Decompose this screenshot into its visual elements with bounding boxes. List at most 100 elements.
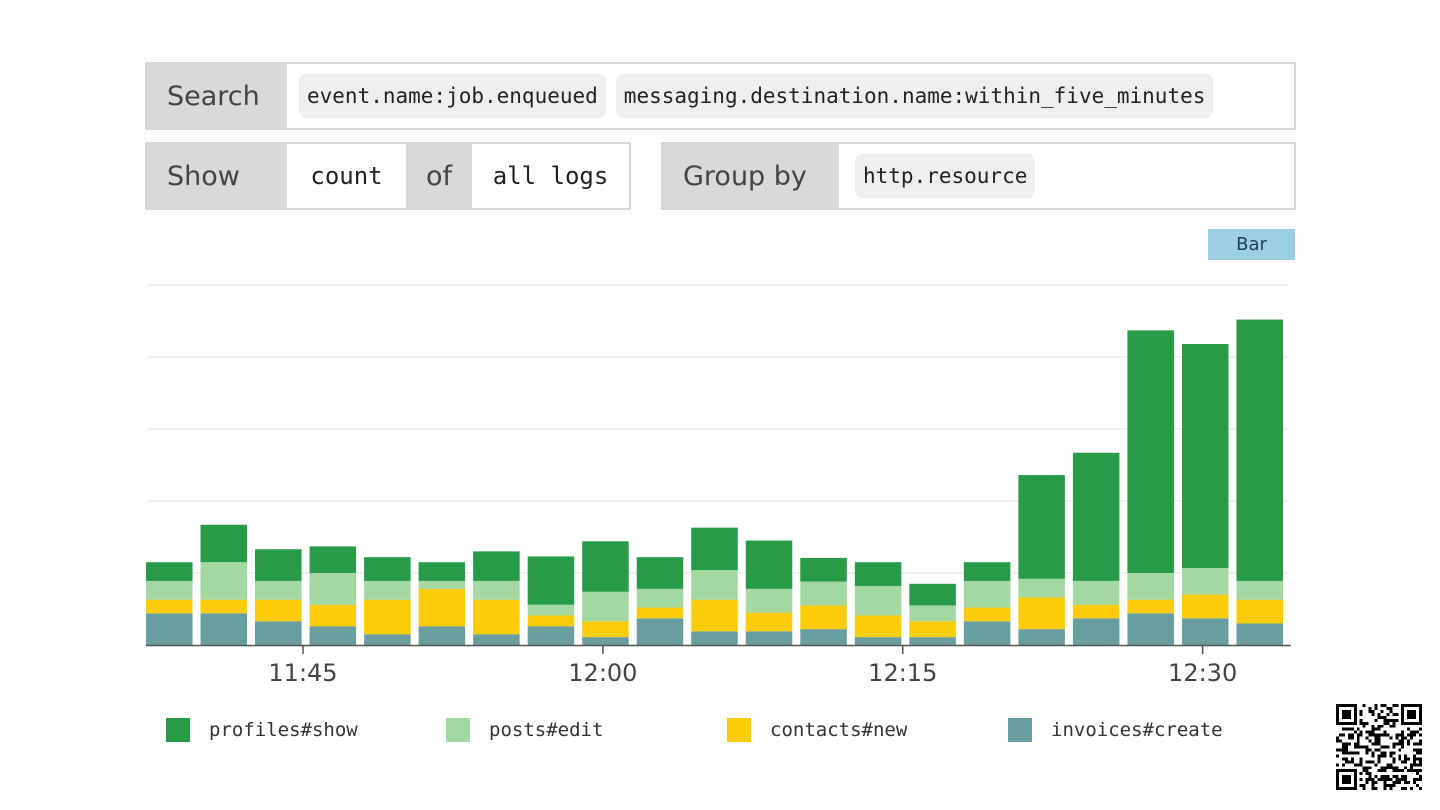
- bar-segment-invoices-create[interactable]: [146, 613, 193, 645]
- bar-segment-contacts-new[interactable]: [1072, 604, 1120, 619]
- bar-segment-profiles-show[interactable]: [745, 540, 793, 589]
- chart-x-axis: 11:45 12:00 12:15 12:30: [146, 644, 1291, 687]
- bar-segment-posts-edit[interactable]: [1072, 580, 1120, 605]
- bar-segment-contacts-new[interactable]: [854, 615, 902, 638]
- bar-segment-profiles-show[interactable]: [255, 549, 302, 581]
- bar-segment-profiles-show[interactable]: [1236, 319, 1283, 581]
- bar-segment-posts-edit[interactable]: [636, 588, 684, 608]
- legend-swatch: [1008, 718, 1032, 742]
- bar-segment-contacts-new[interactable]: [1181, 594, 1229, 619]
- bar-segment-contacts-new[interactable]: [364, 599, 411, 635]
- bar-segment-invoices-create[interactable]: [309, 626, 357, 645]
- bar-segment-invoices-create[interactable]: [1127, 613, 1174, 645]
- bar-segment-posts-edit[interactable]: [854, 585, 902, 616]
- bar-segment-posts-edit[interactable]: [1236, 580, 1283, 600]
- bar-segment-profiles-show[interactable]: [909, 583, 956, 606]
- bar-segment-invoices-create[interactable]: [473, 634, 520, 645]
- bar-segment-invoices-create[interactable]: [800, 629, 847, 645]
- bar-segment-profiles-show[interactable]: [418, 562, 466, 581]
- bar-segment-profiles-show[interactable]: [200, 524, 248, 563]
- bar-segment-contacts-new[interactable]: [527, 615, 575, 627]
- bar-segment-contacts-new[interactable]: [473, 599, 520, 635]
- bar-segment-profiles-show[interactable]: [1072, 452, 1120, 581]
- bar-segment-profiles-show[interactable]: [527, 556, 575, 605]
- bar-segment-contacts-new[interactable]: [1236, 599, 1283, 624]
- bar-segment-profiles-show[interactable]: [582, 541, 629, 592]
- bar-segment-contacts-new[interactable]: [909, 621, 956, 638]
- legend-label: invoices#create: [1051, 719, 1223, 741]
- bar-segment-contacts-new[interactable]: [745, 612, 793, 632]
- legend-item-invoices-create[interactable]: invoices#create: [1008, 718, 1223, 742]
- bar-segment-contacts-new[interactable]: [200, 599, 248, 614]
- bar-segment-posts-edit[interactable]: [418, 580, 466, 589]
- bar-segment-contacts-new[interactable]: [418, 588, 466, 627]
- bar-segment-profiles-show[interactable]: [364, 557, 411, 581]
- legend-item-contacts-new[interactable]: contacts#new: [727, 718, 907, 742]
- bar-segment-posts-edit[interactable]: [691, 570, 738, 600]
- legend-swatch: [727, 718, 751, 742]
- bar-segment-posts-edit[interactable]: [527, 604, 575, 616]
- bar-segment-invoices-create[interactable]: [527, 626, 575, 645]
- bar-segment-profiles-show[interactable]: [800, 557, 847, 582]
- bar-segment-contacts-new[interactable]: [582, 621, 629, 638]
- legend-label: contacts#new: [770, 719, 908, 741]
- bar-segment-profiles-show[interactable]: [636, 557, 684, 589]
- legend-swatch: [446, 718, 470, 742]
- bar-segment-invoices-create[interactable]: [200, 613, 248, 645]
- bar-segment-invoices-create[interactable]: [582, 637, 629, 645]
- bar-segment-profiles-show[interactable]: [473, 551, 520, 581]
- x-tick-label: 12:15: [868, 659, 937, 687]
- legend-item-profiles-show[interactable]: profiles#show: [166, 718, 358, 742]
- bar-segment-invoices-create[interactable]: [745, 631, 793, 645]
- bar-segment-invoices-create[interactable]: [854, 637, 902, 645]
- bar-segment-posts-edit[interactable]: [745, 588, 793, 613]
- bar-segment-contacts-new[interactable]: [1127, 599, 1174, 614]
- bar-segment-invoices-create[interactable]: [255, 621, 302, 645]
- bar-segment-posts-edit[interactable]: [582, 591, 629, 622]
- bar-segment-invoices-create[interactable]: [636, 618, 684, 645]
- chart-bars: [146, 319, 1283, 645]
- bar-segment-profiles-show[interactable]: [1127, 330, 1174, 573]
- bar-segment-profiles-show[interactable]: [146, 562, 193, 581]
- bar-segment-posts-edit[interactable]: [800, 581, 847, 606]
- bar-segment-posts-edit[interactable]: [255, 580, 302, 600]
- bar-segment-profiles-show[interactable]: [1181, 344, 1229, 568]
- legend-label: profiles#show: [209, 719, 358, 741]
- bar-segment-posts-edit[interactable]: [1127, 573, 1174, 600]
- bar-segment-profiles-show[interactable]: [963, 562, 1011, 581]
- x-tick-label: 12:30: [1168, 659, 1237, 687]
- bar-segment-invoices-create[interactable]: [963, 621, 1011, 645]
- bar-segment-posts-edit[interactable]: [1018, 578, 1065, 598]
- bar-segment-invoices-create[interactable]: [1181, 618, 1229, 645]
- bar-segment-posts-edit[interactable]: [473, 580, 520, 600]
- bar-segment-contacts-new[interactable]: [691, 599, 738, 632]
- bar-segment-posts-edit[interactable]: [364, 580, 411, 600]
- bar-segment-posts-edit[interactable]: [1181, 567, 1229, 595]
- bar-segment-profiles-show[interactable]: [309, 546, 357, 573]
- bar-segment-invoices-create[interactable]: [1072, 618, 1120, 645]
- x-tick-label: 11:45: [268, 659, 337, 687]
- bar-segment-invoices-create[interactable]: [691, 631, 738, 645]
- bar-segment-profiles-show[interactable]: [854, 562, 902, 586]
- bar-segment-contacts-new[interactable]: [1018, 597, 1065, 630]
- bar-segment-contacts-new[interactable]: [636, 607, 684, 619]
- bar-segment-posts-edit[interactable]: [963, 580, 1011, 608]
- bar-segment-posts-edit[interactable]: [909, 605, 956, 622]
- bar-segment-contacts-new[interactable]: [309, 604, 357, 627]
- qr-code-icon: [1336, 704, 1422, 790]
- bar-segment-contacts-new[interactable]: [146, 599, 193, 614]
- bar-segment-contacts-new[interactable]: [255, 599, 302, 622]
- bar-segment-invoices-create[interactable]: [1018, 629, 1065, 645]
- legend-item-posts-edit[interactable]: posts#edit: [446, 718, 603, 742]
- bar-segment-profiles-show[interactable]: [1018, 475, 1065, 579]
- bar-segment-invoices-create[interactable]: [1236, 623, 1283, 645]
- bar-segment-contacts-new[interactable]: [800, 605, 847, 630]
- bar-segment-invoices-create[interactable]: [909, 637, 956, 645]
- bar-segment-invoices-create[interactable]: [364, 634, 411, 645]
- bar-segment-contacts-new[interactable]: [963, 607, 1011, 622]
- bar-segment-profiles-show[interactable]: [691, 527, 738, 571]
- bar-segment-posts-edit[interactable]: [200, 562, 248, 600]
- bar-segment-invoices-create[interactable]: [418, 626, 466, 645]
- bar-segment-posts-edit[interactable]: [309, 573, 357, 605]
- bar-segment-posts-edit[interactable]: [146, 580, 193, 600]
